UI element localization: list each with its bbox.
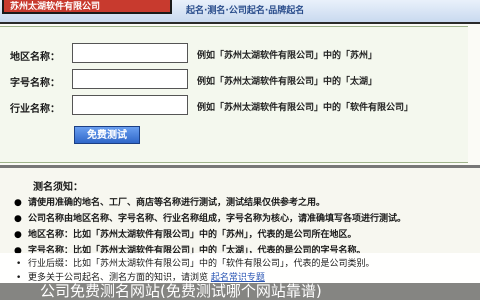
form-row-industry: 行业名称： 例如「苏州太湖软件有限公司」中的「软件有限公司」 <box>10 95 470 117</box>
site-banner: 苏州太湖软件有限公司 起名·测名·公司起名·品牌起名 <box>0 0 480 24</box>
region-hint: 例如「苏州太湖软件有限公司」中的「苏州」 <box>197 51 378 61</box>
notice-line: • 行业后缀：比如「苏州太湖软件有限公司」中的「软件有限公司」，代表的是公司类别。 <box>16 259 375 269</box>
bullet-icon: • <box>16 273 22 283</box>
form-row-brand: 字号名称： 例如「苏州太湖软件有限公司」中的「太湖」 <box>10 69 470 91</box>
industry-hint: 例如「苏州太湖软件有限公司」中的「软件有限公司」 <box>197 103 414 113</box>
region-label: 地区名称： <box>10 52 60 63</box>
form-row-region: 地区名称： 例如「苏州太湖软件有限公司」中的「苏州」 <box>10 43 470 65</box>
notice-line: • 更多关于公司起名、测名方面的知识，请浏览 起名常识专题 <box>16 273 265 283</box>
brand-hint: 例如「苏州太湖软件有限公司」中的「太湖」 <box>197 77 378 87</box>
page-caption: 公司免费测名网站(免费测试哪个网站靠谱) <box>0 283 480 300</box>
region-input[interactable] <box>72 43 188 63</box>
rule-item: ● 地区名称：比如「苏州太湖软件有限公司」中的「苏州」，代表的是公司所在地区。 <box>14 230 357 240</box>
banner-slogan: 起名·测名·公司起名·品牌起名 <box>186 6 305 16</box>
knowledge-link[interactable]: 起名常识专题 <box>211 273 265 283</box>
brand-label: 字号名称： <box>10 78 60 89</box>
bullet-icon: ● <box>14 230 22 240</box>
submit-test-button[interactable]: 免费测试 <box>74 126 140 144</box>
industry-input[interactable] <box>72 95 188 115</box>
notice-box: • 行业后缀：比如「苏州太湖软件有限公司」中的「软件有限公司」，代表的是公司类别。… <box>0 253 480 283</box>
bullet-icon: ● <box>14 214 22 224</box>
rule-item: ● 公司名称由地区名称、字号名称、行业名称组成，字号名称为核心，请准确填写各项进行… <box>14 214 407 224</box>
bullet-icon: ● <box>14 198 22 208</box>
site-logo[interactable]: 苏州太湖软件有限公司 <box>2 0 172 14</box>
bullet-icon: • <box>16 259 22 269</box>
rules-title: 测名须知： <box>33 182 83 193</box>
industry-label: 行业名称： <box>10 104 60 115</box>
rule-item: ● 请使用准确的地名、工厂、商店等名称进行测试，测试结果仅供参考之用。 <box>14 198 326 208</box>
name-test-form: 地区名称： 例如「苏州太湖软件有限公司」中的「苏州」 字号名称： 例如「苏州太湖… <box>0 26 468 163</box>
brand-input[interactable] <box>72 69 188 89</box>
